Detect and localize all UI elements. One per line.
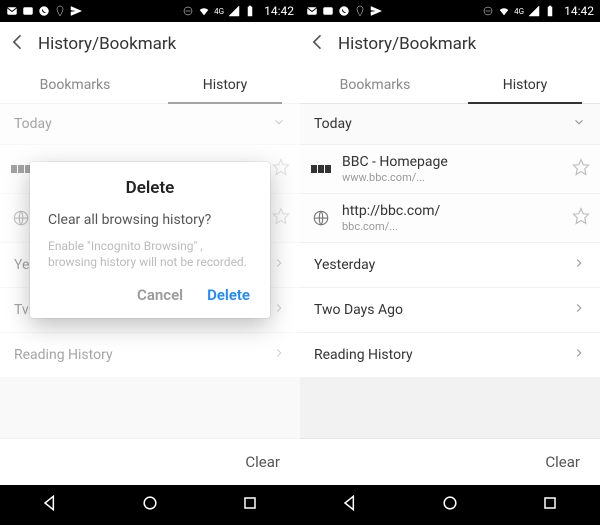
history-item[interactable]: BBC - Homepage www.bbc.com/... <box>300 144 600 193</box>
nav-home-icon[interactable] <box>440 493 460 517</box>
section-label: Reading History <box>314 347 413 363</box>
clock: 14:42 <box>264 4 294 18</box>
bbc-favicon <box>310 158 332 180</box>
tabs: Bookmarks History <box>0 67 300 104</box>
tab-history[interactable]: History <box>150 67 300 103</box>
chevron-right-icon <box>572 301 586 319</box>
location-icon <box>54 5 66 17</box>
section-two-days-ago[interactable]: Two Days Ago <box>300 287 600 332</box>
back-icon[interactable] <box>308 32 328 56</box>
footer-bar: Clear <box>0 438 300 485</box>
clock: 14:42 <box>564 4 594 18</box>
empty-area <box>300 377 600 438</box>
nav-recent-icon[interactable] <box>540 493 560 517</box>
dialog-delete-button[interactable]: Delete <box>207 286 250 304</box>
dnd-icon <box>182 5 194 17</box>
chevron-right-icon <box>572 346 586 364</box>
nav-recent-icon[interactable] <box>240 493 260 517</box>
status-bar: 4G 14:42 <box>0 0 300 22</box>
item-title: http://bbc.com/ <box>342 203 562 220</box>
signal-icon <box>228 5 240 17</box>
whatsapp-icon <box>38 5 50 17</box>
dialog-message: Clear all browsing history? <box>48 212 252 228</box>
chevron-down-icon <box>572 115 586 133</box>
section-today[interactable]: Today <box>300 104 600 144</box>
gmail-icon <box>306 5 318 17</box>
dialog-title: Delete <box>48 178 252 198</box>
dialog-hint: Enable "Incognito Browsing" , browsing h… <box>48 238 252 270</box>
tab-bookmarks[interactable]: Bookmarks <box>0 67 150 103</box>
whatsapp-icon <box>338 5 350 17</box>
clear-button[interactable]: Clear <box>245 453 280 471</box>
item-subtitle: www.bbc.com/... <box>342 171 562 184</box>
tabs: Bookmarks History <box>300 67 600 104</box>
page-title: History/Bookmark <box>338 34 476 54</box>
network-label: 4G <box>514 7 524 16</box>
app-bar: History/Bookmark <box>0 22 300 67</box>
item-subtitle: bbc.com/... <box>342 220 562 233</box>
android-nav-bar <box>300 485 600 525</box>
nav-back-icon[interactable] <box>40 493 60 517</box>
network-label: 4G <box>214 7 224 16</box>
wifi-icon <box>198 5 210 17</box>
item-title: BBC - Homepage <box>342 154 562 171</box>
send-icon <box>370 5 382 17</box>
image-icon <box>22 5 34 17</box>
image-icon <box>322 5 334 17</box>
section-label: Today <box>314 116 352 132</box>
battery-icon <box>244 5 256 17</box>
page-title: History/Bookmark <box>38 34 176 54</box>
status-bar: 4G 14:42 <box>300 0 600 22</box>
delete-dialog: Delete Clear all browsing history? Enabl… <box>30 162 270 318</box>
tab-bookmarks[interactable]: Bookmarks <box>300 67 450 103</box>
gmail-icon <box>6 5 18 17</box>
star-icon[interactable] <box>572 158 590 180</box>
send-icon <box>70 5 82 17</box>
app-bar: History/Bookmark <box>300 22 600 67</box>
tab-history[interactable]: History <box>450 67 600 103</box>
nav-back-icon[interactable] <box>340 493 360 517</box>
globe-icon <box>310 207 332 229</box>
clear-button[interactable]: Clear <box>545 453 580 471</box>
location-icon <box>354 5 366 17</box>
nav-home-icon[interactable] <box>140 493 160 517</box>
battery-icon <box>544 5 556 17</box>
section-label: Two Days Ago <box>314 302 403 318</box>
android-nav-bar <box>0 485 300 525</box>
dialog-cancel-button[interactable]: Cancel <box>137 286 183 304</box>
chevron-right-icon <box>572 256 586 274</box>
back-icon[interactable] <box>8 32 28 56</box>
section-label: Yesterday <box>314 257 375 273</box>
signal-icon <box>528 5 540 17</box>
section-yesterday[interactable]: Yesterday <box>300 242 600 287</box>
dnd-icon <box>482 5 494 17</box>
footer-bar: Clear <box>300 438 600 485</box>
star-icon[interactable] <box>572 207 590 229</box>
history-item[interactable]: http://bbc.com/ bbc.com/... <box>300 193 600 242</box>
wifi-icon <box>498 5 510 17</box>
section-reading-history[interactable]: Reading History <box>300 332 600 377</box>
